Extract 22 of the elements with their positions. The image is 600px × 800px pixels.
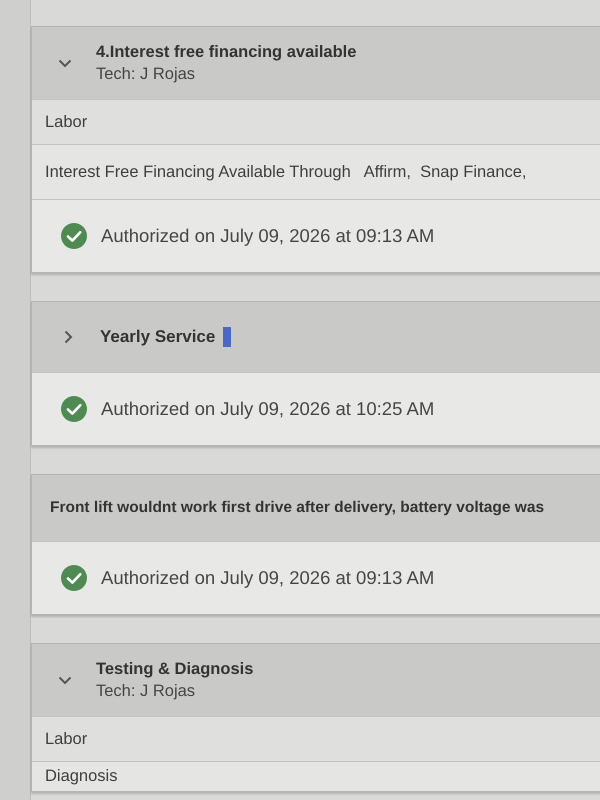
- line-item-text: Labor: [45, 730, 88, 748]
- card-header[interactable]: Yearly Service: [32, 302, 600, 372]
- check-circle-icon: [61, 396, 87, 422]
- note-text: Front lift wouldnt work first drive after delivery, battery voltage was: [50, 499, 544, 517]
- authorization-text: Authorized on July 09, 2026 at 10:25 AM: [101, 398, 434, 420]
- tech-name: Tech: J Rojas: [96, 682, 196, 700]
- check-circle-icon: [61, 223, 87, 249]
- authorization-text: Authorized on July 09, 2026 at 09:13 AM: [101, 567, 434, 589]
- card-header[interactable]: 4.Interest free financing available Tech: J Rojas: [32, 27, 600, 99]
- line-item-text: Interest Free Financing Available Through Affirm, Snap Finance,: [45, 162, 527, 182]
- check-circle-icon: [61, 565, 87, 591]
- chevron-right-icon[interactable]: [64, 330, 73, 344]
- job-title: Yearly Service: [100, 327, 216, 347]
- job-title: Testing & Diagnosis: [96, 660, 254, 678]
- card-header[interactable]: Testing & Diagnosis Tech: J Rojas: [32, 644, 600, 716]
- chevron-down-icon[interactable]: [58, 58, 72, 68]
- line-item-text: Labor: [45, 112, 88, 132]
- chevron-down-icon[interactable]: [58, 676, 72, 684]
- job-title: 4.Interest free financing available: [96, 42, 356, 62]
- tech-name: Tech: J Rojas: [96, 64, 196, 84]
- authorization-text: Authorized on July 09, 2026 at 09:13 AM: [101, 225, 434, 247]
- line-item-text: Diagnosis: [45, 767, 118, 786]
